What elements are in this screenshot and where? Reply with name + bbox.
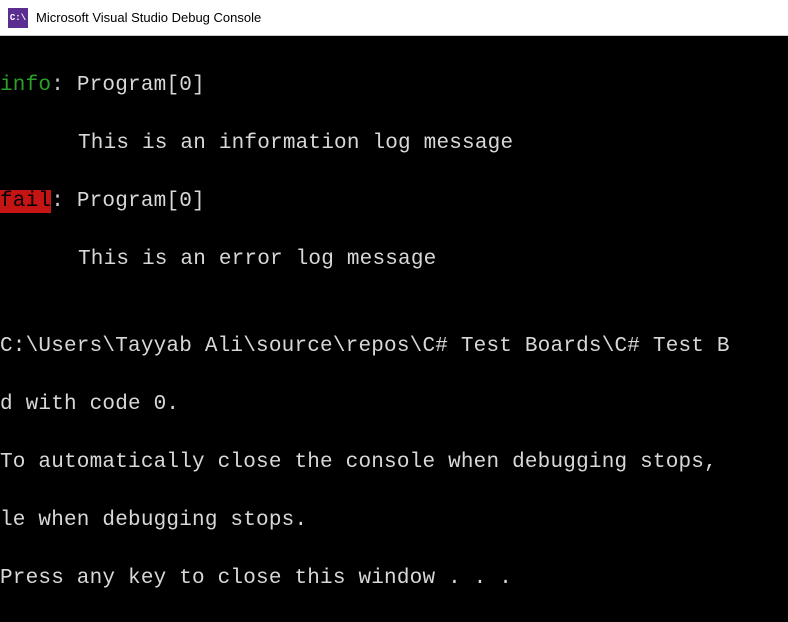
fail-tag: fail xyxy=(0,190,51,213)
info-tag: info xyxy=(0,74,51,97)
fail-message-text: This is an error log message xyxy=(0,245,436,274)
log-info-line: info: Program[0] xyxy=(0,71,788,100)
auto-close-line-2: le when debugging stops. xyxy=(0,506,788,535)
log-fail-line: fail: Program[0] xyxy=(0,187,788,216)
colon: : xyxy=(51,74,77,97)
press-key-line: Press any key to close this window . . . xyxy=(0,564,788,593)
window-title: Microsoft Visual Studio Debug Console xyxy=(36,10,261,25)
exit-code-line: d with code 0. xyxy=(0,390,788,419)
auto-close-line-1: To automatically close the console when … xyxy=(0,448,788,477)
app-icon: C:\ xyxy=(8,8,28,28)
log-fail-msg: This is an error log message xyxy=(0,245,788,274)
fail-location: Program[0] xyxy=(77,190,205,213)
info-message-text: This is an information log message xyxy=(0,129,513,158)
log-info-msg: This is an information log message xyxy=(0,129,788,158)
titlebar[interactable]: C:\ Microsoft Visual Studio Debug Consol… xyxy=(0,0,788,36)
path-line: C:\Users\Tayyab Ali\source\repos\C# Test… xyxy=(0,332,788,361)
colon: : xyxy=(51,190,77,213)
info-location: Program[0] xyxy=(77,74,205,97)
console-output: info: Program[0] This is an information … xyxy=(0,36,788,622)
